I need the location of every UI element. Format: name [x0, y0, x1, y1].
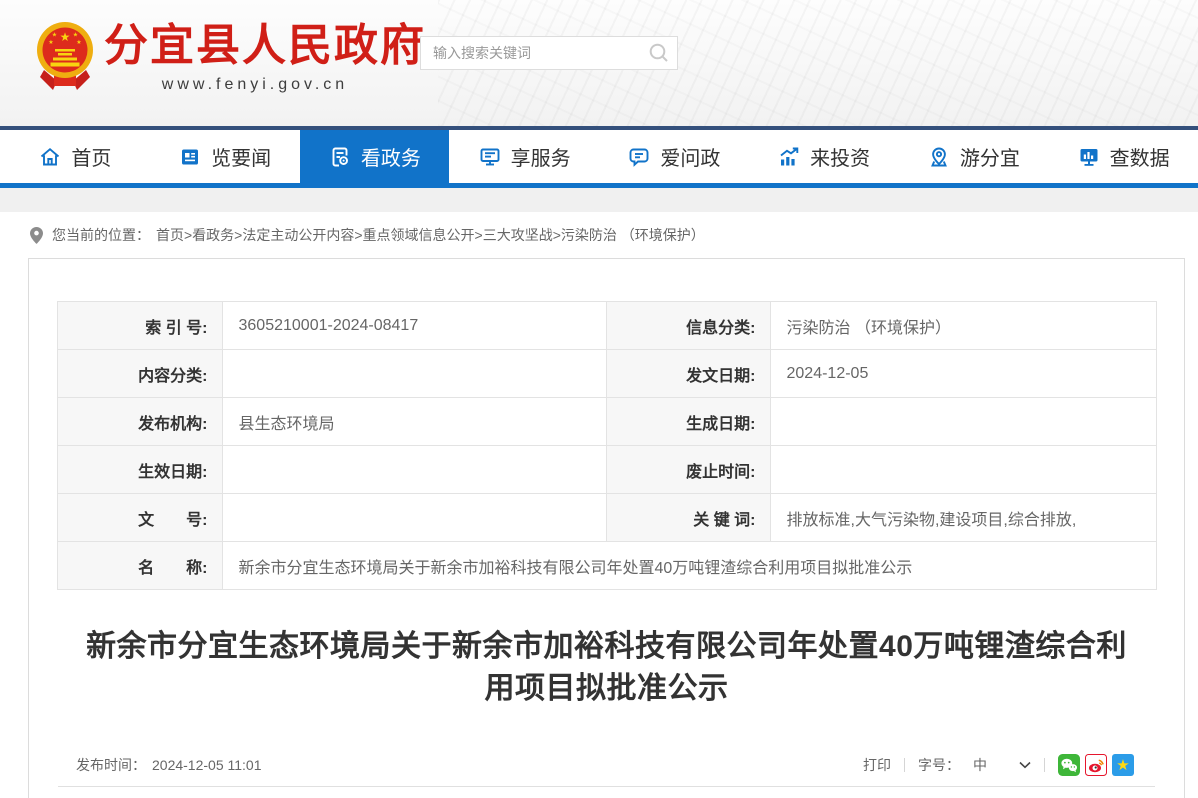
meta-value-content-category: [222, 350, 606, 398]
meta-label-effective-date: 生效日期:: [57, 446, 222, 494]
nav-item-ask[interactable]: 爱问政: [599, 130, 749, 183]
page: ★ ★ ★ ★ ★ 分宜县人民政府 www.fenyi.gov.cn: [0, 0, 1198, 798]
weibo-share-icon[interactable]: [1085, 754, 1107, 776]
divider: [58, 786, 1155, 787]
nav-label: 爱问政: [660, 142, 720, 171]
travel-icon: [927, 145, 951, 169]
meta-label-issue-date: 发文日期:: [606, 350, 770, 398]
breadcrumb-prefix: 您当前的位置：: [52, 225, 150, 245]
table-row: 名 称: 新余市分宜生态环境局关于新余市加裕科技有限公司年处置40万吨锂渣综合利…: [57, 542, 1156, 590]
document-meta-table: 索 引 号: 3605210001-2024-08417 信息分类: 污染防治 …: [57, 301, 1157, 590]
wechat-share-icon[interactable]: [1058, 754, 1080, 776]
svg-text:★: ★: [52, 32, 57, 39]
location-pin-icon: [30, 227, 43, 244]
share-buttons: ★: [1058, 754, 1134, 776]
publish-time-value: 2024-12-05 11:01: [152, 757, 262, 773]
qzone-share-icon[interactable]: ★: [1112, 754, 1134, 776]
data-icon: [1077, 145, 1101, 169]
meta-label-expiry-date: 废止时间:: [606, 446, 770, 494]
publish-time: 发布时间： 2024-12-05 11:01: [76, 755, 262, 775]
breadcrumb: 您当前的位置： 首页>看政务>法定主动公开内容>重点领域信息公开>三大攻坚战>污…: [0, 212, 1198, 258]
svg-text:★: ★: [48, 39, 53, 46]
meta-label-doc-number: 文 号:: [57, 494, 222, 542]
site-header: ★ ★ ★ ★ ★ 分宜县人民政府 www.fenyi.gov.cn: [0, 0, 1198, 130]
search-icon: [648, 52, 670, 67]
svg-text:★: ★: [73, 32, 78, 39]
nav-item-invest[interactable]: 来投资: [749, 130, 899, 183]
separator: [1044, 758, 1045, 772]
meta-label-index: 索 引 号:: [57, 302, 222, 350]
meta-value-effective-date: [222, 446, 606, 494]
meta-label-info-category: 信息分类:: [606, 302, 770, 350]
services-icon: [478, 145, 502, 169]
chevron-down-icon: [1019, 761, 1031, 769]
table-row: 发布机构: 县生态环境局 生成日期:: [57, 398, 1156, 446]
site-logo[interactable]: ★ ★ ★ ★ ★ 分宜县人民政府 www.fenyi.gov.cn: [36, 20, 406, 103]
svg-text:★: ★: [1116, 757, 1129, 774]
table-row: 生效日期: 废止时间:: [57, 446, 1156, 494]
breadcrumb-trail[interactable]: 首页>看政务>法定主动公开内容>重点领域信息公开>三大攻坚战>污染防治 （环境保…: [156, 225, 705, 245]
nav-label: 享服务: [511, 142, 571, 171]
meta-label-created-date: 生成日期:: [606, 398, 770, 446]
separator: [904, 758, 905, 772]
home-icon: [38, 145, 62, 169]
font-size-label: 字号：: [918, 755, 960, 775]
meta-label-keywords: 关 键 词:: [606, 494, 770, 542]
nav-label: 看政务: [361, 142, 421, 171]
invest-icon: [777, 145, 801, 169]
table-row: 索 引 号: 3605210001-2024-08417 信息分类: 污染防治 …: [57, 302, 1156, 350]
nav-label: 查数据: [1110, 142, 1170, 171]
nav-item-government[interactable]: 看政务: [300, 130, 450, 183]
meta-value-issue-date: 2024-12-05: [770, 350, 1156, 398]
meta-label-publisher: 发布机构:: [57, 398, 222, 446]
meta-value-expiry-date: [770, 446, 1156, 494]
ask-icon: [627, 145, 651, 169]
search-box: [420, 36, 678, 70]
main-nav: 首页 览要闻 看政务: [0, 130, 1198, 188]
gov-doc-icon: [328, 145, 352, 169]
article-meta-bar: 发布时间： 2024-12-05 11:01 打印 字号： 中: [76, 754, 1134, 776]
national-emblem-icon: ★ ★ ★ ★ ★: [36, 20, 94, 103]
meta-value-doc-number: [222, 494, 606, 542]
nav-label: 来投资: [810, 142, 870, 171]
nav-item-news[interactable]: 览要闻: [150, 130, 300, 183]
news-icon: [178, 145, 202, 169]
meta-value-name: 新余市分宜生态环境局关于新余市加裕科技有限公司年处置40万吨锂渣综合利用项目拟批…: [222, 542, 1156, 590]
site-url: www.fenyi.gov.cn: [104, 76, 406, 94]
divider-band: [0, 188, 1198, 212]
nav-item-data[interactable]: 查数据: [1048, 130, 1198, 183]
meta-label-content-category: 内容分类:: [57, 350, 222, 398]
font-size-selector[interactable]: 中: [973, 755, 1031, 775]
nav-item-travel[interactable]: 游分宜: [899, 130, 1049, 183]
nav-label: 游分宜: [960, 142, 1020, 171]
publish-time-label: 发布时间：: [76, 757, 146, 773]
meta-label-name: 名 称:: [57, 542, 222, 590]
nav-label: 览要闻: [211, 142, 271, 171]
nav-item-home[interactable]: 首页: [0, 130, 150, 183]
page-title: 新余市分宜生态环境局关于新余市加裕科技有限公司年处置40万吨锂渣综合利用项目拟批…: [72, 626, 1142, 710]
site-title: 分宜县人民政府: [104, 20, 406, 72]
search-input[interactable]: [421, 37, 636, 69]
svg-text:★: ★: [60, 30, 71, 44]
meta-value-keywords: 排放标准,大气污染物,建设项目,综合排放,: [770, 494, 1156, 542]
nav-item-services[interactable]: 享服务: [449, 130, 599, 183]
article-container: 索 引 号: 3605210001-2024-08417 信息分类: 污染防治 …: [28, 258, 1185, 798]
meta-value-publisher: 县生态环境局: [222, 398, 606, 446]
meta-value-created-date: [770, 398, 1156, 446]
print-button[interactable]: 打印: [863, 755, 891, 775]
meta-value-info-category: 污染防治 （环境保护）: [770, 302, 1156, 350]
table-row: 文 号: 关 键 词: 排放标准,大气污染物,建设项目,综合排放,: [57, 494, 1156, 542]
font-size-value: 中: [973, 755, 987, 775]
search-button[interactable]: [647, 42, 671, 66]
svg-text:★: ★: [76, 39, 81, 46]
table-row: 内容分类: 发文日期: 2024-12-05: [57, 350, 1156, 398]
meta-value-index: 3605210001-2024-08417: [222, 302, 606, 350]
article-tools: 打印 字号： 中: [863, 754, 1134, 776]
nav-label: 首页: [71, 142, 111, 171]
